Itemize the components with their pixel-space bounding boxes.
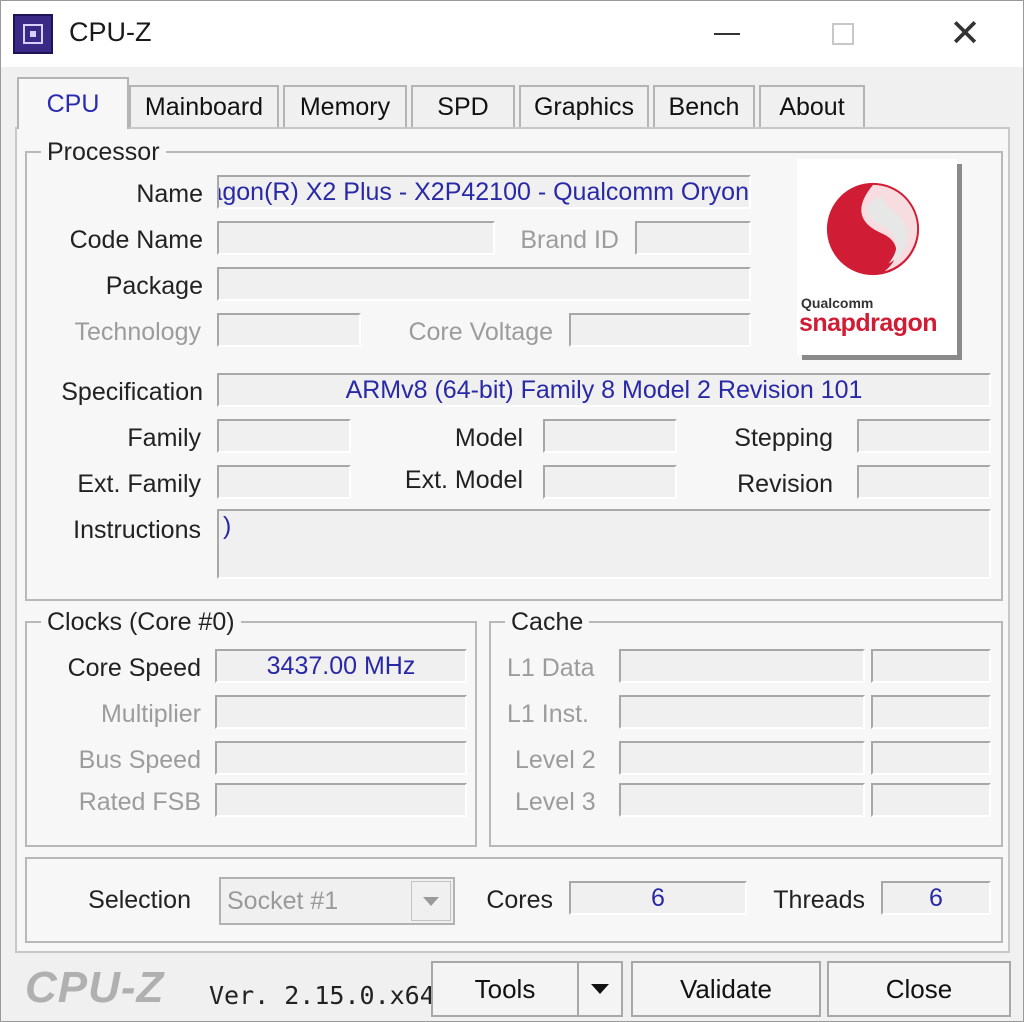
revision-field[interactable]	[857, 465, 991, 499]
revision-label: Revision	[737, 470, 833, 498]
stepping-field[interactable]	[857, 419, 991, 453]
processor-group-title: Processor	[41, 138, 166, 166]
core-voltage-field[interactable]	[569, 313, 751, 347]
model-label: Model	[454, 424, 523, 452]
package-label: Package	[105, 272, 203, 300]
tab-memory[interactable]: Memory	[283, 85, 407, 127]
tools-button[interactable]: Tools	[431, 961, 577, 1017]
chevron-down-icon[interactable]	[411, 881, 451, 921]
core-speed-label: Core Speed	[67, 654, 201, 682]
brand-id-field[interactable]	[635, 221, 751, 255]
l1-inst-assoc-field[interactable]	[871, 695, 991, 729]
clocks-group-title: Clocks (Core #0)	[41, 608, 241, 636]
tab-graphics[interactable]: Graphics	[519, 85, 649, 127]
tab-about[interactable]: About	[759, 85, 865, 127]
code-name-label: Code Name	[69, 226, 203, 254]
maximize-icon	[832, 23, 854, 45]
technology-field[interactable]	[217, 313, 361, 347]
model-field[interactable]	[543, 419, 677, 453]
logo-snapdragon-text: snapdragon	[799, 309, 938, 337]
ext-family-label: Ext. Family	[77, 470, 201, 498]
family-field[interactable]	[217, 419, 351, 453]
l1-data-label: L1 Data	[507, 654, 595, 682]
clocks-group: Clocks (Core #0) Core Speed 3437.00 MHz …	[25, 608, 477, 847]
bus-speed-label: Bus Speed	[78, 746, 201, 774]
level2-assoc-field[interactable]	[871, 741, 991, 775]
level3-size-field[interactable]	[619, 783, 865, 817]
tab-cpu[interactable]: CPU	[17, 77, 129, 129]
cpu-tab-panel: Processor Name Snapdragon(R) X2 Plus - X…	[15, 127, 1010, 953]
l1-data-size-field[interactable]	[619, 649, 865, 683]
version-label: Ver. 2.15.0.x64	[209, 981, 435, 1010]
bus-speed-field[interactable]	[215, 741, 467, 775]
specification-label: Specification	[61, 378, 203, 406]
specification-field[interactable]: ARMv8 (64-bit) Family 8 Model 2 Revision…	[217, 373, 991, 407]
tools-dropdown-button[interactable]	[577, 961, 623, 1017]
technology-label: Technology	[74, 318, 201, 346]
tab-bench[interactable]: Bench	[653, 85, 755, 127]
cpuz-window: CPU-Z ✕ CPU Mainboard Memory SPD Graphic…	[0, 0, 1024, 1022]
l1-data-assoc-field[interactable]	[871, 649, 991, 683]
socket-select[interactable]: Socket #1	[219, 877, 455, 925]
ext-family-field[interactable]	[217, 465, 351, 499]
core-voltage-label: Core Voltage	[408, 318, 553, 346]
threads-field[interactable]: 6	[881, 881, 991, 915]
cpuz-app-icon[interactable]	[13, 14, 53, 54]
name-field[interactable]: Snapdragon(R) X2 Plus - X2P42100 - Qualc…	[217, 175, 751, 209]
multiplier-label: Multiplier	[100, 700, 201, 728]
close-icon: ✕	[949, 13, 981, 55]
level2-label: Level 2	[515, 746, 596, 774]
ext-model-field[interactable]	[543, 465, 677, 499]
window-title: CPU-Z	[69, 17, 152, 47]
core-speed-field[interactable]: 3437.00 MHz	[215, 649, 467, 683]
instructions-field[interactable]: )	[217, 509, 991, 579]
tab-spd[interactable]: SPD	[411, 85, 515, 127]
chevron-down-icon	[591, 984, 609, 994]
snapdragon-logo: Qualcomm snapdragon	[797, 159, 957, 355]
maximize-button[interactable]	[813, 9, 873, 59]
selection-group: Selection Socket #1 Cores 6 Threads 6	[25, 857, 1003, 943]
cache-group-title: Cache	[505, 608, 590, 636]
tab-mainboard[interactable]: Mainboard	[129, 85, 279, 127]
name-label: Name	[136, 180, 203, 208]
level3-label: Level 3	[515, 788, 596, 816]
validate-button[interactable]: Validate	[631, 961, 821, 1017]
l1-inst-label: L1 Inst.	[507, 700, 589, 728]
cache-group: Cache L1 Data L1 Inst. Level 2 Level 3	[489, 608, 1003, 847]
rated-fsb-field[interactable]	[215, 783, 467, 817]
threads-label: Threads	[773, 886, 865, 914]
close-button[interactable]: Close	[827, 961, 1011, 1017]
cores-label: Cores	[486, 886, 553, 914]
cores-field[interactable]: 6	[569, 881, 747, 915]
brand-id-label: Brand ID	[520, 226, 619, 254]
stepping-label: Stepping	[734, 424, 833, 452]
selection-label: Selection	[88, 886, 191, 914]
family-label: Family	[127, 424, 201, 452]
title-bar[interactable]: CPU-Z ✕	[1, 1, 1023, 67]
l1-inst-size-field[interactable]	[619, 695, 865, 729]
snapdragon-swirl-icon	[826, 182, 920, 276]
rated-fsb-label: Rated FSB	[78, 788, 201, 816]
socket-select-value: Socket #1	[227, 887, 339, 915]
instructions-label: Instructions	[73, 516, 201, 544]
cpuz-footer-logo: CPU-Z	[25, 963, 165, 1012]
multiplier-field[interactable]	[215, 695, 467, 729]
minimize-icon	[714, 33, 740, 35]
level2-size-field[interactable]	[619, 741, 865, 775]
package-field[interactable]	[217, 267, 751, 301]
minimize-button[interactable]	[697, 9, 757, 59]
processor-group: Processor Name Snapdragon(R) X2 Plus - X…	[25, 138, 1003, 601]
close-window-button[interactable]: ✕	[935, 9, 995, 59]
code-name-field[interactable]	[217, 221, 495, 255]
ext-model-label: Ext. Model	[404, 466, 523, 494]
level3-assoc-field[interactable]	[871, 783, 991, 817]
